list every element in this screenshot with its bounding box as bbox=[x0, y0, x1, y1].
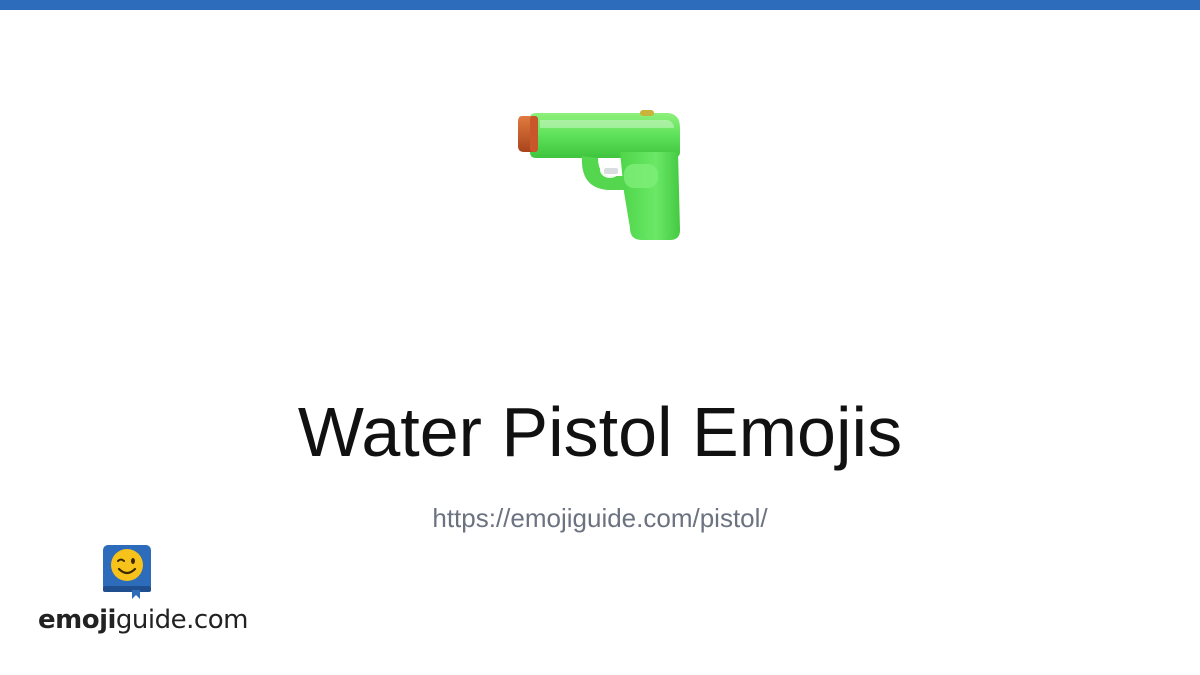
logo-name-regular: guide.com bbox=[115, 605, 249, 635]
top-accent-bar bbox=[0, 0, 1200, 10]
page-url[interactable]: https://emojiguide.com/pistol/ bbox=[0, 502, 1200, 534]
site-logo[interactable]: emojiguide.com bbox=[38, 544, 248, 644]
logo-name-bold: emoji bbox=[38, 605, 116, 635]
winking-face-book-icon bbox=[103, 545, 151, 599]
logo-wordmark: emojiguide.com bbox=[38, 604, 248, 636]
page-title: Water Pistol Emojis bbox=[297, 393, 903, 471]
share-card: Water Pistol Emojis https://emojiguide.c… bbox=[0, 0, 1200, 675]
water-pistol-icon bbox=[518, 110, 680, 240]
